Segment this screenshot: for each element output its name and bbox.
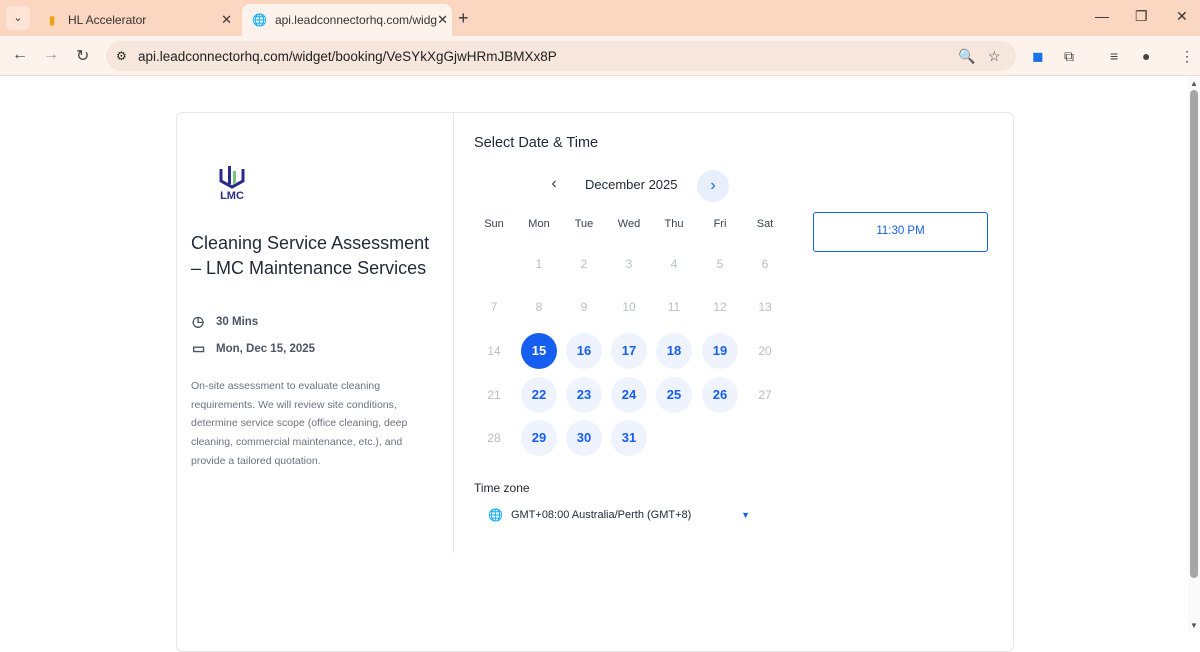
new-tab-button[interactable]: + <box>458 8 469 29</box>
calendar-day: 20 <box>758 344 772 358</box>
section-heading: Select Date & Time <box>474 135 599 151</box>
event-title: Cleaning Service Assessment – LMC Mainte… <box>191 233 430 278</box>
calendar-day: 28 <box>487 431 501 445</box>
tab-booking[interactable]: 🌐 api.leadconnectorhq.com/widg ✕ <box>242 4 452 36</box>
weekday-header: Fri <box>713 218 727 230</box>
minimize-button[interactable]: — <box>1095 8 1109 24</box>
calendar-day[interactable]: 23 <box>566 377 602 413</box>
calendar-day[interactable]: 19 <box>702 333 738 369</box>
calendar-day: 14 <box>487 344 501 358</box>
calendar-day: 5 <box>716 257 724 271</box>
calendar-day: 21 <box>487 388 501 402</box>
calendar-day[interactable]: 24 <box>611 377 647 413</box>
extension-icon[interactable]: ◼ <box>1032 48 1044 65</box>
calendar-day: 7 <box>490 300 498 314</box>
duration: ◷ 30 Mins <box>192 313 258 330</box>
calendar-day[interactable]: 18 <box>656 333 692 369</box>
scrollbar-thumb[interactable] <box>1190 90 1198 578</box>
calendar-day: 10 <box>622 300 636 314</box>
calendar-day[interactable]: 31 <box>611 420 647 456</box>
clock-icon: ◷ <box>192 313 205 329</box>
date-text: Mon, Dec 15, 2025 <box>216 342 316 355</box>
calendar-day[interactable]: 22 <box>521 377 557 413</box>
site-info-icon[interactable]: ⚙ <box>116 49 127 63</box>
calendar-day: 13 <box>758 300 772 314</box>
calendar-day: 27 <box>758 388 772 402</box>
timezone-value: GMT+08:00 Australia/Perth (GMT+8) <box>510 509 692 521</box>
weekday-header: Sun <box>484 218 504 230</box>
close-window-button[interactable]: ✕ <box>1176 8 1188 25</box>
time-slot-button[interactable]: 11:30 PM <box>813 212 988 252</box>
scroll-up-arrow[interactable]: ▲ <box>1190 79 1198 88</box>
next-month-button[interactable]: › <box>697 170 729 202</box>
calendar-day: 3 <box>625 257 633 271</box>
calendar-day: 4 <box>670 257 678 271</box>
calendar-icon: ▭ <box>192 340 206 356</box>
tab-hl-accelerator[interactable]: ▮ HL Accelerator ✕ <box>34 4 242 36</box>
calendar-day: 6 <box>761 257 769 271</box>
calendar-day: 9 <box>580 300 588 314</box>
event-description: On-site assessment to evaluate cleaning … <box>191 380 408 467</box>
previous-month-button[interactable]: ‹ <box>540 170 568 198</box>
calendar-day[interactable]: 29 <box>521 420 557 456</box>
forward-button[interactable]: → <box>43 46 59 64</box>
lmc-logo: LMC <box>219 166 245 202</box>
calendar-day[interactable]: 26 <box>702 377 738 413</box>
extensions-puzzle-icon[interactable]: ⧉ <box>1064 48 1074 65</box>
calendar-day: 1 <box>535 257 543 271</box>
timezone-label: Time zone <box>474 481 530 495</box>
calendar-day[interactable]: 16 <box>566 333 602 369</box>
weekday-header: Thu <box>664 218 684 230</box>
back-button[interactable]: ← <box>12 46 28 64</box>
calendar-day-selected[interactable]: 15 <box>521 333 557 369</box>
tab-title: api.leadconnectorhq.com/widg <box>274 13 438 27</box>
favicon-icon: ▮ <box>48 13 56 27</box>
menu-icon[interactable]: ⋮ <box>1180 48 1194 65</box>
calendar-day[interactable]: 30 <box>566 420 602 456</box>
timezone-select[interactable]: 🌐 GMT+08:00 Australia/Perth (GMT+8) ▼ <box>488 508 750 522</box>
duration-text: 30 Mins <box>216 315 259 328</box>
tab-bar: ⌄ ▮ HL Accelerator ✕ 🌐 api.leadconnectorhq.… <box>0 0 1200 36</box>
tab-title: HL Accelerator <box>68 13 147 27</box>
address-bar[interactable]: ⚙ api.leadconnectorhq.com/widget/booking… <box>106 41 1016 71</box>
reload-button[interactable]: ↻ <box>76 46 89 66</box>
close-tab-icon[interactable]: ✕ <box>437 12 448 28</box>
month-label: December 2025 <box>585 177 678 192</box>
profile-avatar[interactable]: ● <box>1142 48 1150 64</box>
calendar-day[interactable]: 17 <box>611 333 647 369</box>
weekday-header: Wed <box>617 218 641 230</box>
selected-date: ▭ Mon, Dec 15, 2025 <box>192 340 315 357</box>
globe-icon: 🌐 <box>252 13 267 27</box>
close-tab-icon[interactable]: ✕ <box>221 12 232 28</box>
toolbar: ← → ↻ ⚙ api.leadconnectorhq.com/widget/b… <box>0 36 1200 76</box>
calendar-day: 11 <box>667 300 681 314</box>
calendar-day: 2 <box>580 257 588 271</box>
url-text: api.leadconnectorhq.com/widget/booking/V… <box>138 48 557 64</box>
svg-text:LMC: LMC <box>220 190 244 202</box>
calendar-day: 8 <box>535 300 543 314</box>
caret-down-icon: ▼ <box>741 510 750 520</box>
tab-search-button[interactable]: ⌄ <box>6 6 30 30</box>
globe-icon: 🌐 <box>488 508 503 522</box>
bookmark-star-icon[interactable]: ☆ <box>988 48 1001 65</box>
scroll-down-arrow[interactable]: ▼ <box>1190 621 1198 630</box>
calendar-day: 12 <box>713 300 727 314</box>
media-control-icon[interactable]: ≡ <box>1110 48 1118 64</box>
restore-button[interactable]: ❐ <box>1135 8 1148 25</box>
calendar-day[interactable]: 25 <box>656 377 692 413</box>
zoom-icon[interactable]: 🔍 <box>958 48 975 65</box>
weekday-header: Tue <box>574 218 594 230</box>
weekday-header: Sat <box>756 218 774 230</box>
column-divider <box>453 113 454 553</box>
weekday-header: Mon <box>528 218 550 230</box>
